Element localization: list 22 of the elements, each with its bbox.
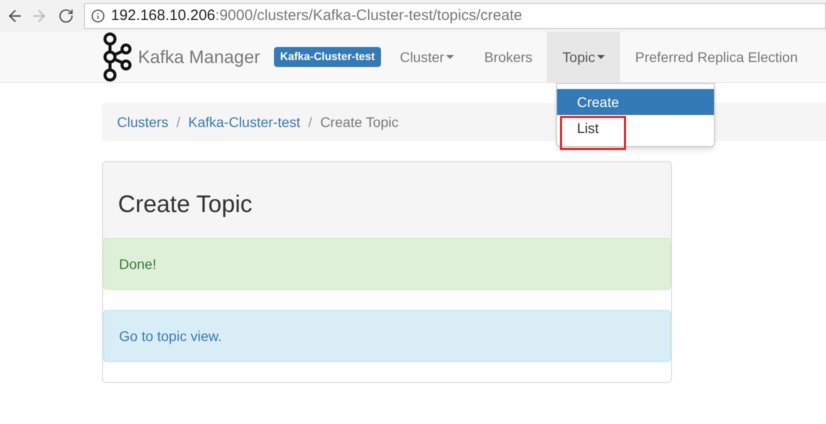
url-text: 192.168.10.206:9000/clusters/Kafka-Cluster-test/topics/create xyxy=(111,6,522,26)
alert-text: Done! xyxy=(119,254,156,274)
address-bar[interactable]: 192.168.10.206:9000/clusters/Kafka-Cluster-test/topics/create xyxy=(84,3,826,29)
menu-item[interactable]: List xyxy=(557,115,714,141)
breadcrumb-current: Create Topic xyxy=(320,112,399,132)
cluster-label: Kafka-Cluster-test xyxy=(274,46,381,68)
info-icon[interactable] xyxy=(91,9,105,23)
breadcrumb-separator: / xyxy=(175,112,182,132)
nav-item[interactable]: Topic xyxy=(547,32,620,82)
nav-item[interactable]: Brokers xyxy=(469,32,548,82)
breadcrumb-link[interactable]: Kafka-Cluster-test xyxy=(188,112,300,132)
nav-item[interactable]: Preferred Replica Election xyxy=(620,32,813,82)
breadcrumb-separator: / xyxy=(307,112,314,132)
breadcrumb-link[interactable]: Clusters xyxy=(117,112,168,132)
nav-item[interactable]: Cluster xyxy=(384,32,470,82)
logo-icon xyxy=(102,32,132,82)
menu-item[interactable]: Create xyxy=(557,89,714,115)
back-icon[interactable] xyxy=(6,7,24,25)
brand-title[interactable]: Kafka Manager xyxy=(138,44,260,70)
topic-view-link[interactable]: Go to topic view. xyxy=(119,326,222,346)
reload-icon[interactable] xyxy=(58,8,74,24)
panel-title: Create Topic xyxy=(118,190,252,220)
